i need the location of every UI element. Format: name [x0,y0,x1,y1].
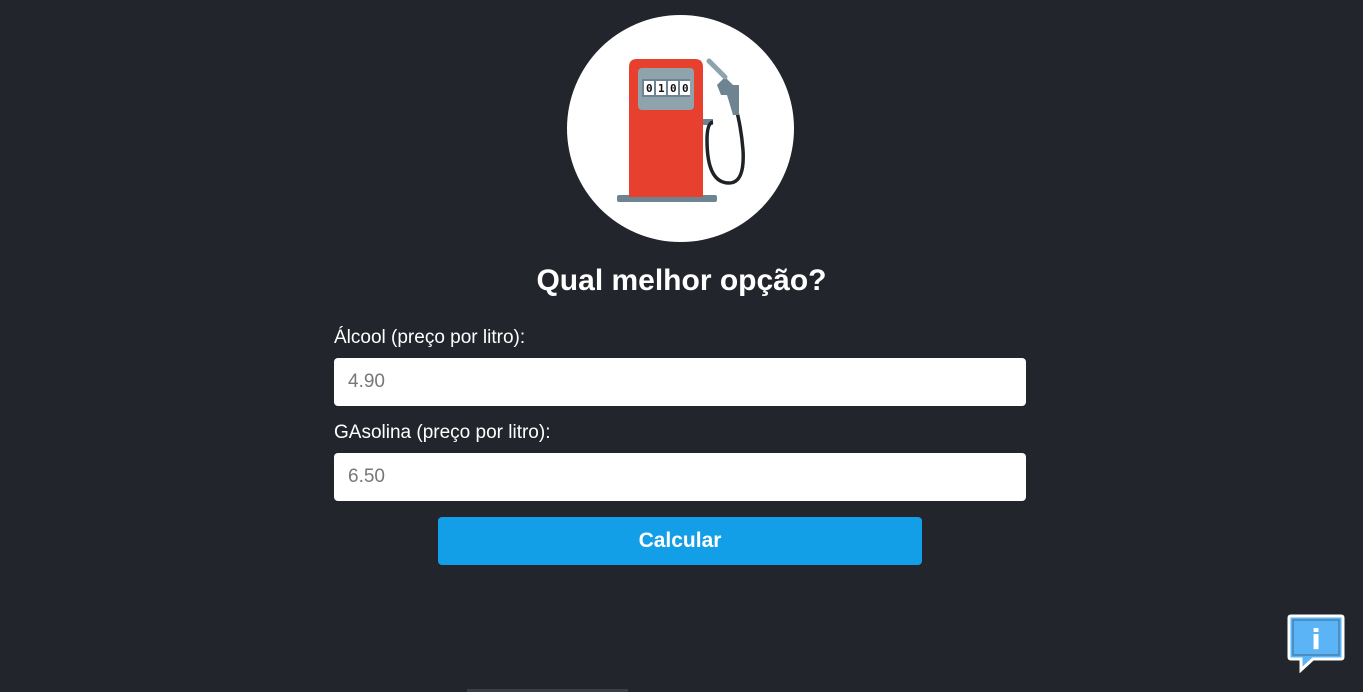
info-glyph: i [1311,623,1321,656]
info-button[interactable]: i [1287,613,1345,674]
info-icon: i [1287,614,1345,674]
gasolina-label: GAsolina (preço por litro): [334,422,551,443]
gasolina-input[interactable] [334,453,1026,501]
counter-digit-3: 0 [670,82,677,95]
counter-digit-1: 0 [646,82,653,95]
page-title: Qual melhor opção? [536,264,827,297]
counter-digit-4: 0 [682,82,689,95]
logo-circle: 0 1 0 0 [567,15,794,242]
page: 0 1 0 0 Qual melhor opção? Álcool (preço… [0,0,1363,692]
alcool-label: Álcool (preço por litro): [334,327,526,348]
fuel-pump-icon: 0 1 0 0 [617,58,745,202]
alcool-input[interactable] [334,358,1026,406]
counter-digit-2: 1 [658,82,665,95]
calcular-button[interactable]: Calcular [438,517,922,565]
